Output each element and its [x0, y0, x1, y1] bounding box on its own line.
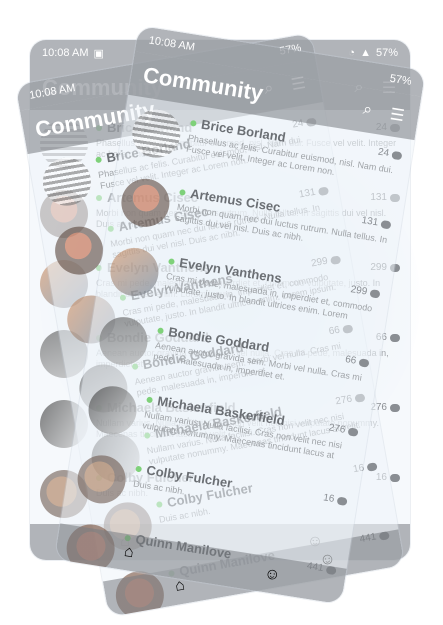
chat-bubble-icon [358, 357, 370, 368]
avatar [74, 451, 130, 507]
message-count: 24 [377, 147, 403, 162]
battery-level: 57% [375, 47, 398, 59]
message-count: 299 [350, 284, 381, 300]
notification-icon: ▣ [93, 47, 104, 60]
avatar [51, 222, 107, 279]
message-count: 276 [328, 422, 359, 438]
avatar [106, 244, 162, 300]
online-dot [135, 465, 143, 472]
profile-icon[interactable]: ☺ [262, 565, 283, 586]
chat-bubble-icon [390, 473, 400, 482]
online-dot [95, 155, 103, 163]
chat-bubble-icon [366, 461, 378, 472]
chat-bubble-icon [380, 219, 392, 229]
avatar [85, 382, 140, 438]
online-dot [190, 119, 197, 127]
chat-bubble-icon [347, 426, 359, 437]
signal-icon: ▲ [360, 47, 371, 59]
home-icon[interactable]: ⌂ [119, 542, 140, 563]
message-count: 16 [322, 492, 348, 507]
wifi-icon: ◔ [348, 47, 356, 59]
filter-icon[interactable]: ☰ [387, 105, 408, 126]
avatar [128, 106, 184, 162]
avatar [96, 313, 151, 369]
chat-bubble-icon [390, 333, 400, 342]
message-count: 66 [344, 354, 370, 369]
online-dot [168, 257, 176, 265]
chat-bubble-icon [390, 403, 400, 412]
online-dot [146, 395, 154, 403]
search-icon[interactable]: ⌕ [357, 100, 378, 121]
chat-bubble-icon [369, 288, 381, 299]
status-time: 10:08 AM [42, 47, 89, 59]
avatar [39, 153, 95, 210]
status-time: 10:08 AM [147, 34, 196, 54]
message-count: 131 [361, 215, 392, 231]
online-dot [157, 326, 165, 334]
chat-bubble-icon [336, 496, 348, 506]
status-time: 10:08 AM [28, 81, 77, 102]
online-dot [179, 188, 186, 196]
battery-level: 57% [388, 72, 413, 88]
chat-bubble-icon [391, 150, 403, 160]
avatar [117, 175, 173, 231]
